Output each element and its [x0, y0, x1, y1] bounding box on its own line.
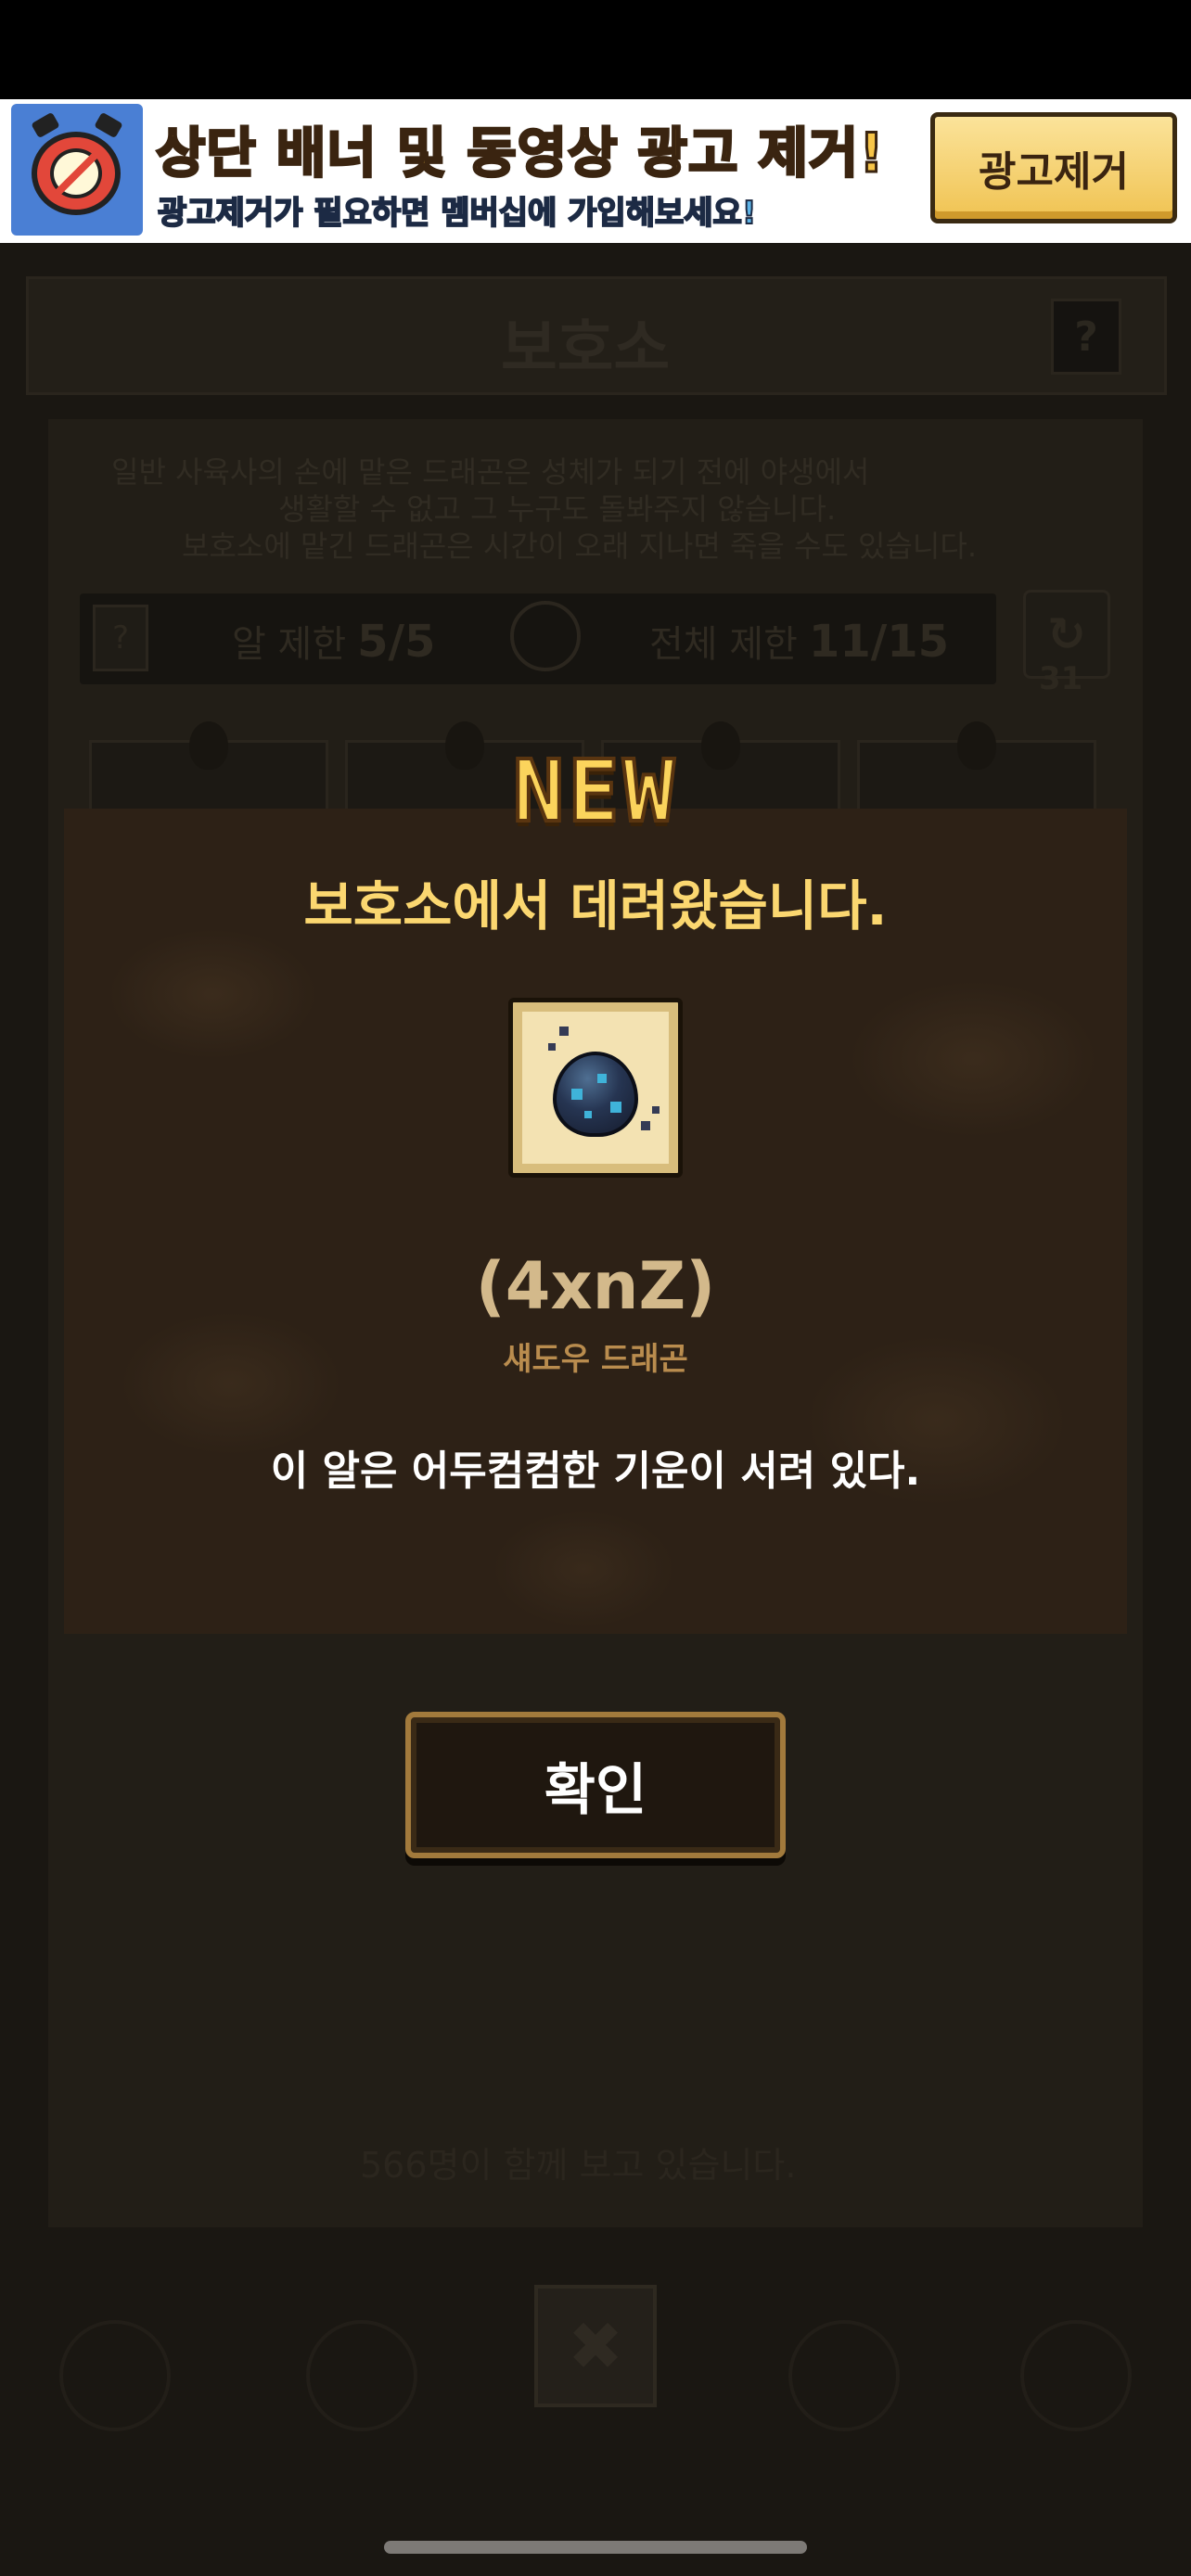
ad-title: 상단 배너 및 동영상 광고 제거! — [155, 121, 886, 186]
nav-icon[interactable] — [306, 2320, 417, 2431]
egg-limit: 알 제한 5/5 — [232, 614, 435, 668]
dragon-type: 섀도우 드래곤 — [503, 1341, 688, 1378]
modal-title: 보호소에서 데려왔습니다. — [303, 874, 888, 937]
close-button[interactable]: ✖ — [534, 2285, 657, 2407]
timer-icon — [510, 601, 581, 671]
page-title: 보호소 — [501, 312, 671, 384]
limit-help-button[interactable]: ? — [93, 605, 148, 671]
remove-ads-button[interactable]: 광고제거 — [930, 112, 1177, 223]
shadow-dragon-egg-icon — [553, 1052, 638, 1137]
ad-subtitle: 광고제거가 필요하면 멤버십에 가입해보세요! — [157, 194, 757, 233]
total-limit-label: 전체 제한 — [649, 623, 798, 666]
confirm-button[interactable]: 확인 — [405, 1712, 786, 1858]
egg-limit-label: 알 제한 — [232, 623, 347, 666]
new-badge: NEW — [511, 740, 679, 843]
nav-icon[interactable] — [788, 2320, 900, 2431]
total-limit: 전체 제한 11/15 — [649, 614, 949, 668]
watchers-count: 566명이 함께 보고 있습니다. — [360, 2145, 797, 2186]
total-limit-value: 11/15 — [808, 616, 950, 668]
egg-limit-value: 5/5 — [357, 616, 436, 668]
home-indicator[interactable] — [384, 2541, 807, 2554]
nav-icon[interactable] — [59, 2320, 171, 2431]
no-ads-alarm-clock-icon — [11, 104, 143, 236]
egg-description: 이 알은 어두컴컴한 기운이 서려 있다. — [270, 1447, 921, 1495]
help-button[interactable]: ? — [1051, 299, 1121, 375]
refresh-count: 31 — [1039, 660, 1083, 697]
status-bar — [0, 0, 1191, 99]
nav-icon[interactable] — [1020, 2320, 1132, 2431]
dragon-name: (4xnZ) — [475, 1248, 716, 1324]
shelter-description-line: 보호소에 맡긴 드래곤은 시간이 오래 지나면 죽을 수도 있습니다. — [182, 529, 977, 564]
